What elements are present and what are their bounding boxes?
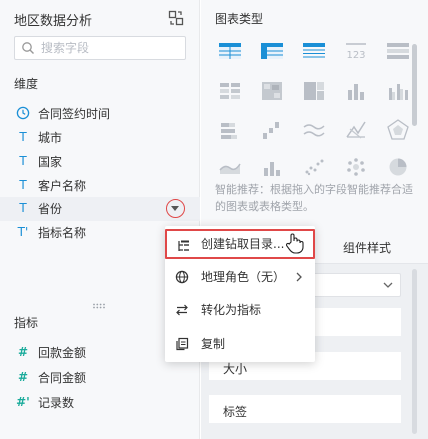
dimension-section-title: 维度 xyxy=(14,77,39,91)
kpi-chart-icon[interactable]: 123 xyxy=(341,38,371,64)
field-menu-dropdown-button[interactable] xyxy=(166,199,185,218)
smart-recommend-tip: 智能推荐：根据拖入的字段智能推荐合适的图表或表格类型。 xyxy=(215,183,413,213)
number-type-icon: # xyxy=(17,370,29,384)
combo-chart-icon[interactable] xyxy=(257,154,287,180)
grouped-table-chart-icon[interactable] xyxy=(383,38,413,64)
menu-item-label: 地理角色（无） xyxy=(201,270,286,284)
treemap-chart-icon[interactable] xyxy=(299,78,329,104)
fields-panel: 地区数据分析 维度 合同签约时间 T 城市 T 国家 T 客户名称 T 省份 xyxy=(0,0,200,439)
bubble-chart-icon[interactable] xyxy=(341,154,371,180)
bar-chart-icon[interactable] xyxy=(341,78,371,104)
field-label: 指标名称 xyxy=(38,226,87,240)
field-label: 客户名称 xyxy=(38,179,87,193)
dimension-field[interactable]: 合同签约时间 xyxy=(0,102,200,126)
menu-item-label: 转化为指标 xyxy=(201,303,262,317)
field-label: 回款金额 xyxy=(38,346,87,360)
menu-item-geo-role[interactable]: 地理角色（无） xyxy=(165,262,315,292)
menu-item-label: 复制 xyxy=(201,337,226,351)
swap-arrows-icon xyxy=(176,304,188,316)
property-label: 标签 xyxy=(223,405,248,419)
text-type-icon: T xyxy=(19,201,27,215)
number-type-calc-icon: #' xyxy=(16,395,30,409)
switch-dataset-icon[interactable] xyxy=(168,10,184,26)
text-type-calc-icon: T' xyxy=(17,225,29,239)
field-label: 合同签约时间 xyxy=(38,107,111,121)
text-type-icon: T xyxy=(19,130,27,144)
detail-table-chart-icon[interactable] xyxy=(299,38,329,64)
radar-chart-icon[interactable] xyxy=(341,117,371,143)
search-input[interactable] xyxy=(41,39,181,57)
chart-type-title: 图表类型 xyxy=(215,12,264,26)
area-chart-icon[interactable] xyxy=(215,154,245,180)
measure-field[interactable]: #' 记录数 xyxy=(0,391,200,415)
grouped-bar-chart-icon[interactable] xyxy=(383,78,413,104)
field-label: 国家 xyxy=(38,155,63,169)
chevron-down-icon xyxy=(383,282,393,288)
crosstab-chart-icon[interactable] xyxy=(257,38,287,64)
text-type-icon: T xyxy=(19,154,27,168)
chart-type-scrollbar[interactable] xyxy=(412,44,417,126)
funnel-chart-icon[interactable] xyxy=(383,117,413,143)
text-type-icon: T xyxy=(19,178,27,192)
property-label: 大小 xyxy=(223,362,248,376)
field-label: 省份 xyxy=(38,202,63,216)
dimension-field[interactable]: T 客户名称 xyxy=(0,174,200,198)
measure-field[interactable]: # 合同金额 xyxy=(0,366,200,390)
kpi-glyph: 123 xyxy=(346,50,365,61)
field-label: 城市 xyxy=(38,131,63,145)
resize-handle[interactable] xyxy=(92,303,106,309)
color-table-chart-icon[interactable] xyxy=(215,78,245,104)
hand-cursor-icon xyxy=(285,233,304,254)
field-search[interactable] xyxy=(14,36,186,60)
table-chart-icon[interactable] xyxy=(215,38,245,64)
chevron-right-icon xyxy=(296,272,302,282)
scatter-chart-icon[interactable] xyxy=(299,154,329,180)
measure-section-title: 指标 xyxy=(14,316,39,330)
property-card-label[interactable]: 标签 xyxy=(209,395,401,423)
search-icon xyxy=(22,42,34,54)
number-type-icon: # xyxy=(17,345,29,359)
pie-chart-icon[interactable] xyxy=(383,154,413,180)
dimension-field[interactable]: T 国家 xyxy=(0,150,200,174)
property-scrollbar[interactable] xyxy=(412,269,417,434)
copy-icon xyxy=(176,337,189,351)
globe-icon xyxy=(175,270,189,284)
dimension-field[interactable]: T 城市 xyxy=(0,126,200,150)
line-chart-icon[interactable] xyxy=(299,117,329,143)
chart-settings-panel: 图表类型 123 智能推荐：根据拖入的字段智能推荐合适的图表或表格类型。 组件样… xyxy=(201,0,428,439)
waterfall-chart-icon[interactable] xyxy=(257,117,287,143)
stacked-bar-chart-icon[interactable] xyxy=(215,117,245,143)
clock-icon xyxy=(16,106,30,120)
menu-item-label: 创建钻取目录... xyxy=(201,237,285,251)
field-label: 合同金额 xyxy=(38,371,87,385)
field-label: 记录数 xyxy=(38,396,75,410)
heatmap-chart-icon[interactable] xyxy=(257,78,287,104)
tab-component-style[interactable]: 组件样式 xyxy=(343,239,391,256)
menu-item-convert-measure[interactable]: 转化为指标 xyxy=(165,295,315,325)
dataset-title: 地区数据分析 xyxy=(14,14,93,29)
drill-tree-icon xyxy=(178,240,189,251)
menu-item-copy[interactable]: 复制 xyxy=(165,329,315,359)
